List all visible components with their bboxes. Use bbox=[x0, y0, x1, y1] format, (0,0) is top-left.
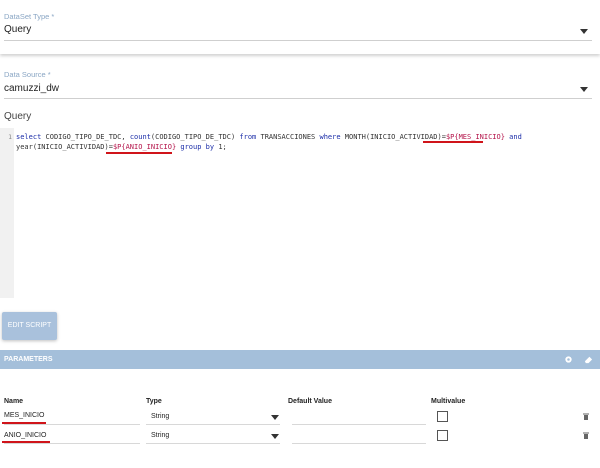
keyword: select bbox=[16, 133, 46, 141]
code-text: 1; bbox=[218, 143, 227, 151]
highlight-underline bbox=[2, 441, 50, 443]
eraser-icon[interactable] bbox=[584, 355, 593, 364]
keyword: count bbox=[129, 133, 151, 141]
chevron-down-icon bbox=[271, 434, 279, 439]
param-type-select[interactable]: String bbox=[151, 413, 169, 420]
parameter-reference: $P{ANIO_INICIO} bbox=[112, 143, 177, 151]
query-editor[interactable]: 1 select CODIGO_TIPO_DE_TDC, count(CODIG… bbox=[0, 128, 600, 298]
highlight-underline bbox=[423, 141, 483, 143]
data-source-select[interactable]: camuzzi_dw bbox=[0, 78, 600, 100]
line-number: 1 bbox=[8, 133, 12, 141]
code-line-1: select CODIGO_TIPO_DE_TDC, count(CODIGO_… bbox=[16, 133, 522, 141]
query-label: Query bbox=[4, 111, 32, 122]
multivalue-checkbox[interactable] bbox=[437, 430, 448, 441]
column-header-type: Type bbox=[146, 398, 162, 405]
keyword: where bbox=[319, 133, 345, 141]
code-text: CODIGO_TIPO_DE_TDC, bbox=[45, 133, 130, 141]
code-line-2: year(INICIO_ACTIVIDAD)=$P{ANIO_INICIO} g… bbox=[16, 143, 227, 151]
dataset-type-select[interactable]: Query bbox=[0, 20, 600, 42]
column-header-name: Name bbox=[4, 398, 24, 405]
keyword: from bbox=[239, 133, 261, 141]
edit-script-button[interactable]: EDIT SCRIPT bbox=[2, 312, 57, 340]
chevron-down-icon bbox=[580, 87, 588, 92]
code-text: (CODIGO_TIPO_DE_TDC) bbox=[150, 133, 240, 141]
parameters-title: PARAMETERS bbox=[4, 356, 53, 363]
type-underline bbox=[146, 443, 280, 444]
chevron-down-icon bbox=[271, 415, 279, 420]
param-type-select[interactable]: String bbox=[151, 432, 169, 439]
column-header-multivalue: Multivalue bbox=[431, 398, 466, 405]
code-text: TRANSACCIONES bbox=[260, 133, 320, 141]
keyword: group by bbox=[176, 143, 219, 151]
keyword: and bbox=[504, 133, 522, 141]
trash-icon[interactable] bbox=[583, 432, 589, 439]
param-name-input[interactable]: ANIO_INICIO bbox=[4, 432, 46, 439]
name-underline bbox=[4, 424, 140, 425]
dataset-type-underline bbox=[4, 40, 592, 41]
parameters-header: PARAMETERS bbox=[0, 350, 600, 369]
default-value-input[interactable] bbox=[292, 443, 426, 444]
data-source-value: camuzzi_dw bbox=[4, 83, 60, 94]
name-underline bbox=[4, 443, 140, 444]
chevron-down-icon bbox=[580, 29, 588, 34]
editor-gutter: 1 bbox=[0, 128, 14, 298]
multivalue-checkbox[interactable] bbox=[437, 411, 448, 422]
highlight-underline bbox=[106, 152, 172, 154]
highlight-underline bbox=[2, 422, 46, 424]
settings-icon[interactable] bbox=[564, 355, 573, 364]
code-text: MONTH(INICIO_ACTIVIDAD)= bbox=[344, 133, 446, 141]
dataset-type-card: DataSet Type * Query bbox=[0, 0, 600, 54]
default-value-input[interactable] bbox=[292, 424, 426, 425]
trash-icon[interactable] bbox=[583, 413, 589, 420]
column-header-default: Default Value bbox=[288, 398, 332, 405]
dataset-type-value: Query bbox=[4, 24, 32, 35]
parameter-reference: $P{MES_INICIO} bbox=[445, 133, 505, 141]
type-underline bbox=[146, 424, 280, 425]
data-source-underline bbox=[4, 98, 592, 99]
param-name-input[interactable]: MES_INICIO bbox=[4, 412, 44, 419]
code-text: year(INICIO_ACTIVIDAD)= bbox=[16, 143, 113, 151]
